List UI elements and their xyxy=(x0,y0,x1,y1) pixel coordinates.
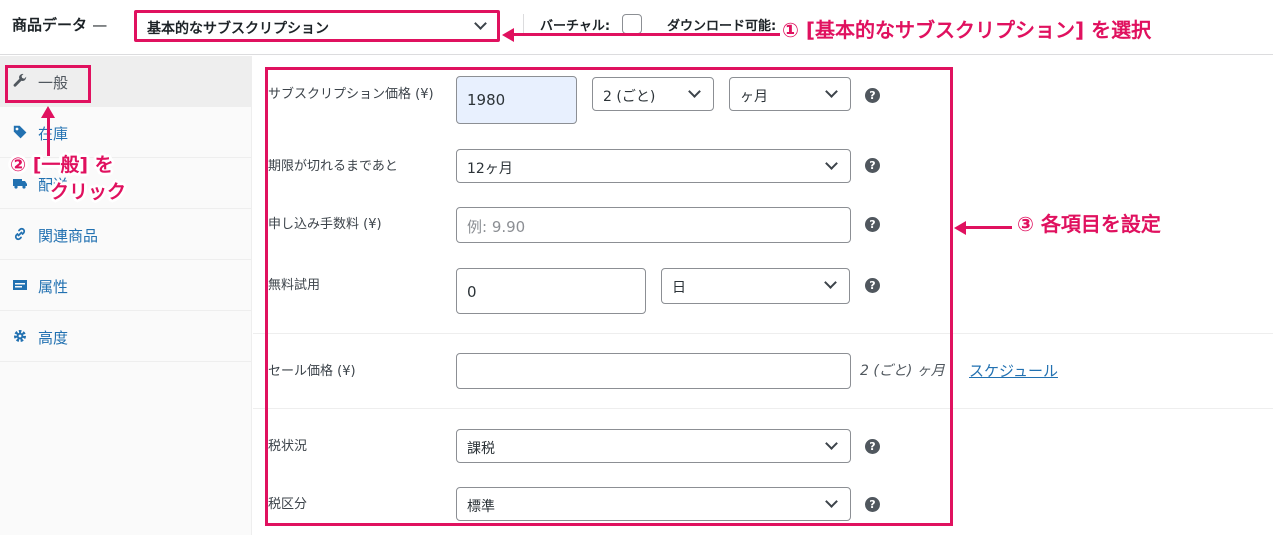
product-type-value: 基本的なサブスクリプション xyxy=(147,21,329,37)
gear-icon xyxy=(12,328,28,344)
arrow-step3-head xyxy=(954,221,966,235)
product-data-tabs: 一般 在庫 配送 関連商品 属性 高度 xyxy=(0,56,252,535)
tab-label: 関連商品 xyxy=(38,227,99,245)
list-icon xyxy=(12,277,28,293)
arrow-step1-head xyxy=(502,28,514,42)
chevron-down-icon xyxy=(474,17,487,30)
product-type-select[interactable]: 基本的なサブスクリプション xyxy=(134,10,500,42)
link-icon xyxy=(12,226,28,242)
tab-linked-products[interactable]: 関連商品 xyxy=(0,209,252,260)
downloadable-label: ダウンロード可能: xyxy=(667,19,777,34)
tab-attributes[interactable]: 属性 xyxy=(0,260,252,311)
fields-highlight-box xyxy=(265,67,953,526)
tab-label: 在庫 xyxy=(38,125,69,143)
tab-inventory[interactable]: 在庫 xyxy=(0,107,252,158)
arrow-step2-head xyxy=(41,106,55,118)
tab-label: 属性 xyxy=(38,278,69,296)
schedule-link[interactable]: スケジュール xyxy=(969,360,1058,381)
arrow-step2 xyxy=(47,116,50,156)
virtual-label: バーチャル: xyxy=(540,19,611,34)
virtual-checkbox[interactable] xyxy=(622,14,642,34)
annotation-step2: ② [一般] を クリック xyxy=(10,154,127,203)
general-tab-highlight xyxy=(5,65,91,103)
annotation-step1: ① [基本的なサブスクリプション] を選択 xyxy=(782,18,1152,42)
tag-icon xyxy=(12,124,28,140)
arrow-step3 xyxy=(964,226,1012,229)
arrow-step1 xyxy=(512,33,780,36)
annotation-step3: ③ 各項目を設定 xyxy=(1017,212,1161,236)
product-data-title: 商品データ — xyxy=(12,16,108,34)
tab-label: 高度 xyxy=(38,329,69,347)
tab-advanced[interactable]: 高度 xyxy=(0,311,252,362)
